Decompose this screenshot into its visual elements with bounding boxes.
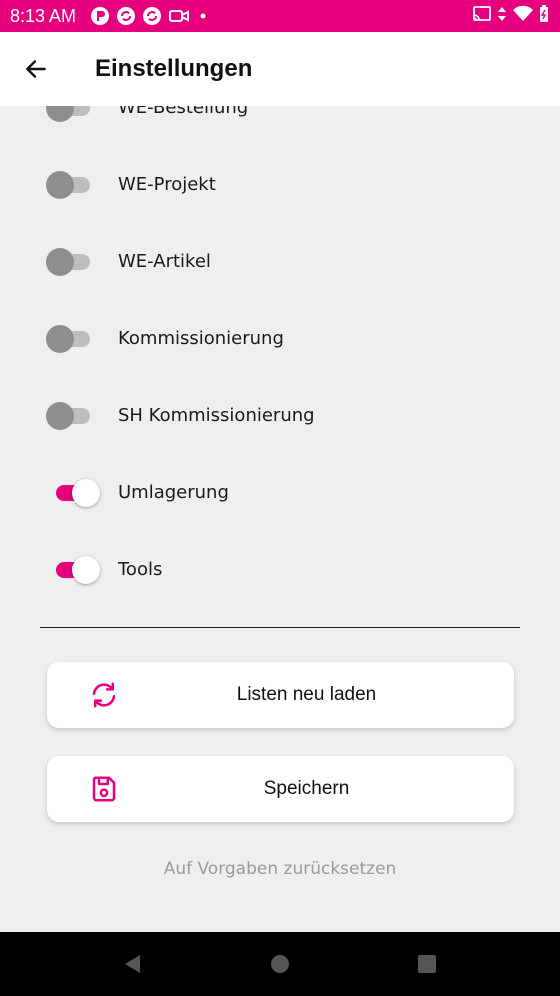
wifi-icon [512, 5, 534, 28]
system-nav-bar [0, 932, 560, 996]
sync-icon [142, 6, 162, 26]
square-recents-icon [417, 955, 436, 973]
setting-label: WE-Projekt [118, 173, 216, 195]
toggle-switch-sh-kommissionierung[interactable] [46, 400, 92, 430]
reload-lists-button[interactable]: Listen neu laden [47, 662, 514, 728]
toggle-switch-kommissionierung[interactable] [46, 323, 92, 353]
data-arrows-icon [496, 5, 508, 28]
video-icon [168, 6, 190, 26]
setting-label: Umlagerung [118, 481, 229, 503]
setting-label: Kommissionierung [118, 327, 284, 349]
setting-row-we-projekt[interactable]: WE-Projekt [0, 149, 560, 219]
nav-back-button[interactable] [113, 944, 153, 984]
setting-row-we-artikel[interactable]: WE-Artikel [0, 226, 560, 296]
setting-label: WE-Artikel [118, 250, 211, 272]
status-bar: 8:13 AM [0, 0, 560, 32]
toggle-switch-tools[interactable] [56, 554, 102, 584]
nav-home-button[interactable] [260, 944, 300, 984]
toggle-switch-we-artikel[interactable] [46, 246, 92, 276]
setting-label: SH Kommissionierung [118, 404, 315, 426]
back-button[interactable] [0, 32, 72, 106]
cast-icon [472, 5, 492, 28]
save-icon [92, 776, 116, 802]
circle-home-icon [270, 955, 289, 973]
page-title: Einstellungen [95, 55, 253, 82]
setting-row-tools[interactable]: Tools [0, 534, 560, 604]
battery-icon [538, 4, 550, 29]
setting-label: Tools [118, 558, 163, 580]
setting-label: WE-Bestellung [118, 106, 249, 118]
save-button[interactable]: Speichern [47, 756, 514, 822]
settings-content[interactable]: WE-Bestellung WE-Projekt WE-Artikel Komm… [0, 106, 560, 932]
refresh-icon [92, 682, 116, 708]
sync-icon [116, 6, 136, 26]
setting-row-kommissionierung[interactable]: Kommissionierung [0, 303, 560, 373]
status-time: 8:13 AM [10, 5, 77, 26]
setting-row-sh-kommissionierung[interactable]: SH Kommissionierung [0, 380, 560, 450]
triangle-back-icon [125, 955, 141, 973]
toggle-switch-we-bestellung[interactable] [46, 106, 92, 122]
app-bar: Einstellungen [0, 32, 560, 106]
reset-defaults-link[interactable]: Auf Vorgaben zurücksetzen [0, 859, 560, 879]
toggle-switch-umlagerung[interactable] [56, 477, 102, 507]
setting-row-we-bestellung[interactable]: WE-Bestellung [0, 106, 560, 142]
nav-recents-button[interactable] [407, 944, 447, 984]
app-notification-icon [90, 6, 110, 26]
toggle-switch-we-projekt[interactable] [46, 169, 92, 199]
setting-row-umlagerung[interactable]: Umlagerung [0, 457, 560, 527]
dot-icon [196, 6, 210, 26]
arrow-back-icon [26, 60, 46, 78]
divider [40, 627, 520, 628]
